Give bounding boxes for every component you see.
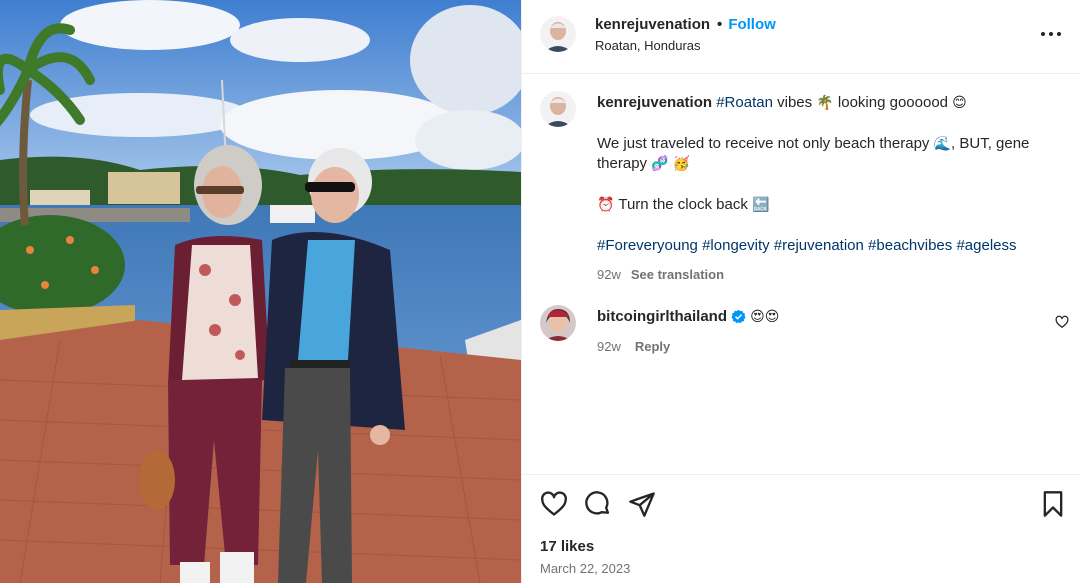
dna-emoji: 🧬 xyxy=(651,156,669,172)
comment-meta: 92w Reply xyxy=(597,337,670,357)
hashtag-foreveryoung[interactable]: #Foreveryoung xyxy=(597,237,698,254)
commenter-username[interactable]: bitcoingirlthailand xyxy=(597,308,727,325)
author-username[interactable]: kenrejuvenation xyxy=(595,16,710,33)
caption-line-1: kenrejuvenation #Roatan vibes 🌴 looking … xyxy=(597,93,1067,113)
comment-time[interactable]: 92w xyxy=(597,339,621,354)
comment-text: 😍😍 xyxy=(750,309,780,325)
caption-hashtags: #Foreveryoung #longevity #rejuvenation #… xyxy=(597,236,1067,256)
party-emoji: 🥳 xyxy=(672,156,691,172)
author-avatar[interactable] xyxy=(540,16,576,52)
hashtag-rejuvenation[interactable]: #rejuvenation xyxy=(774,237,864,254)
share-icon[interactable] xyxy=(628,490,656,518)
likes-count[interactable]: 17 likes xyxy=(540,538,594,555)
heart-icon[interactable] xyxy=(540,490,568,518)
hashtag-roatan[interactable]: #Roatan xyxy=(716,94,773,111)
commenter-avatar[interactable] xyxy=(540,305,576,341)
post-date[interactable]: March 22, 2023 xyxy=(540,561,630,576)
wave-emoji: 🌊 xyxy=(933,136,952,152)
see-translation-button[interactable]: See translation xyxy=(631,267,724,282)
verified-badge-icon xyxy=(731,309,746,330)
palm-emoji: 🌴 xyxy=(816,95,834,111)
alarm-clock-emoji: ⏰ xyxy=(597,197,615,213)
comment-like-heart-icon[interactable] xyxy=(1055,315,1069,334)
caption-meta: 92w See translation xyxy=(597,265,1067,285)
caption-author-avatar[interactable] xyxy=(540,91,576,127)
separator-dot: • xyxy=(717,16,723,33)
comments-section: kenrejuvenation #Roatan vibes 🌴 looking … xyxy=(522,75,1080,473)
post-actions-bar: 17 likes March 22, 2023 xyxy=(522,474,1080,583)
post-details-pane: kenrejuvenation • Follow Roatan, Honduras … xyxy=(521,0,1080,583)
post-photo[interactable] xyxy=(0,0,521,583)
caption-text: looking goooood xyxy=(833,94,953,111)
caption-paragraph-3: ⏰ Turn the clock back 🔙 xyxy=(597,195,1067,215)
caption-username[interactable]: kenrejuvenation xyxy=(597,94,712,111)
caption-text: Turn the clock back xyxy=(614,196,753,213)
post-location[interactable]: Roatan, Honduras xyxy=(595,38,701,53)
reply-button[interactable]: Reply xyxy=(635,339,670,354)
post-header: kenrejuvenation • Follow Roatan, Honduras xyxy=(522,0,1080,74)
hashtag-longevity[interactable]: #longevity xyxy=(702,237,770,254)
follow-button[interactable]: Follow xyxy=(728,16,776,33)
back-arrow-emoji: 🔙 xyxy=(752,197,770,213)
post-caption: kenrejuvenation #Roatan vibes 🌴 looking … xyxy=(597,93,1067,285)
hashtag-beachvibes[interactable]: #beachvibes xyxy=(868,237,952,254)
comment-item: bitcoingirlthailand 😍😍 92w Reply xyxy=(597,307,1037,354)
hashtag-ageless[interactable]: #ageless xyxy=(956,237,1016,254)
bookmark-icon[interactable] xyxy=(1039,490,1067,518)
more-options-icon[interactable] xyxy=(1037,22,1065,46)
caption-text: We just traveled to receive not only bea… xyxy=(597,135,934,152)
caption-text: vibes xyxy=(772,94,817,111)
smile-emoji: 😊 xyxy=(952,95,967,111)
caption-time[interactable]: 92w xyxy=(597,267,621,282)
caption-paragraph-2: We just traveled to receive not only bea… xyxy=(597,134,1067,174)
comment-icon[interactable] xyxy=(584,490,612,518)
couple-at-marina-image xyxy=(0,0,521,583)
